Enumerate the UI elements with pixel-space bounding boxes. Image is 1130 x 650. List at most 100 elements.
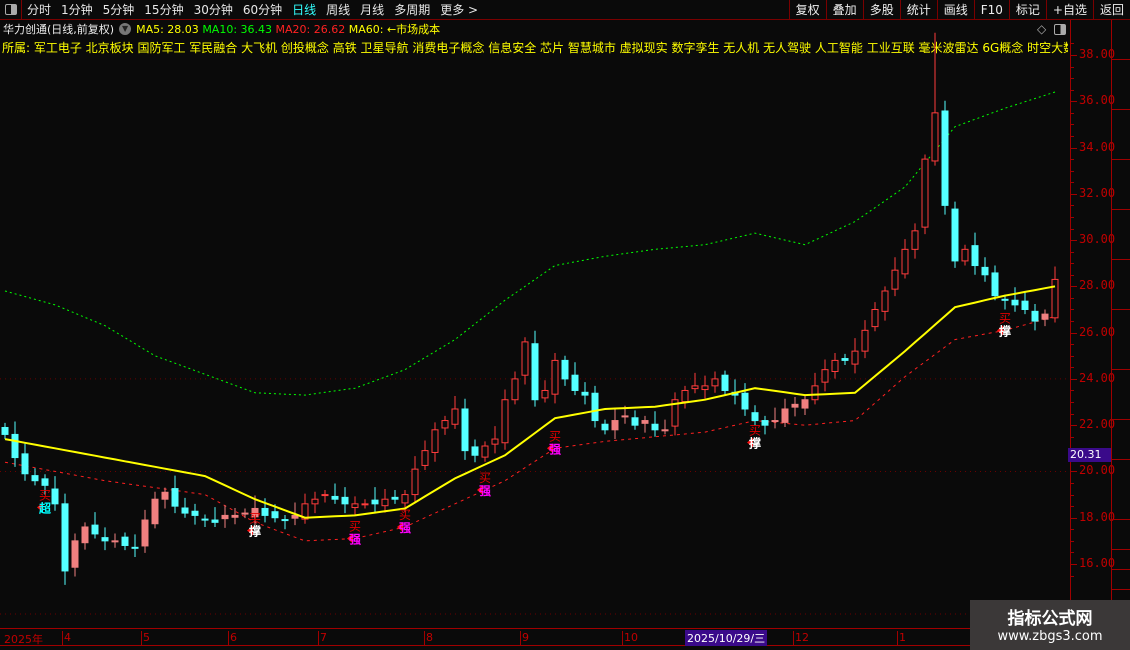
candle [1031,310,1039,322]
toolbar-button[interactable]: 返回 [1092,0,1130,20]
side-panel-cell[interactable] [1112,110,1130,160]
candle [131,546,139,549]
buy-signal-bottom: 强 [399,521,411,535]
side-panel-cell[interactable] [1112,520,1130,550]
buy-signal-bottom: 强 [349,533,361,547]
candle [881,290,889,312]
candle [641,420,649,424]
watermark-url: www.zbgs3.com [997,629,1103,644]
candle [281,519,289,522]
candle [791,403,799,408]
candle [831,359,839,373]
candle [501,399,509,444]
candle [701,385,709,391]
month-label: 9 [520,631,529,646]
candle [491,438,499,445]
side-panel-cell[interactable] [1112,260,1130,310]
candle [171,488,179,507]
candle [201,518,209,521]
candle [781,408,789,423]
candle [181,507,189,514]
side-panel-cell[interactable] [1112,20,1130,60]
side-panel [1111,20,1130,650]
candle [321,494,329,497]
candle [821,369,829,383]
candle [941,110,949,206]
candlestick-chart[interactable]: 买超买撑 买强买强买强买强买撑买撑 [0,0,1068,628]
candle [401,494,409,504]
candle [441,420,449,429]
candle [331,495,339,500]
month-label: 7 [318,631,327,646]
price-tick: 36.00 [1079,93,1116,108]
price-axis: 38.00 36.00 34.00 32.00 30.00 28.00 26.00 24.00… [1070,20,1115,628]
candle [561,359,569,380]
candle [51,488,59,505]
side-panel-cell[interactable] [1112,60,1130,110]
candle [511,378,519,401]
candle [921,158,929,228]
candle [311,498,319,505]
side-panel-cell[interactable] [1112,210,1130,260]
watermark: 指标公式网 www.zbgs3.com [970,600,1130,650]
price-tick: 22.00 [1079,417,1116,432]
candle [931,112,939,162]
month-label: 4 [62,631,71,646]
buy-signal-top: 买 [749,424,761,438]
side-panel-cell[interactable] [1112,370,1130,420]
buy-signal-bottom: 强 [479,484,491,498]
price-tick: 16.00 [1079,555,1116,570]
side-panel-cell[interactable] [1112,550,1130,570]
candle [61,503,69,572]
candle [1,426,9,435]
candle [651,423,659,431]
candle [341,496,349,505]
candle [521,341,529,376]
side-panel-cell[interactable] [1112,310,1130,370]
time-axis: 2025/10/29/三 2025年 4 5 6 7 8 9 10 12 1 [0,628,1068,646]
candle [481,445,489,458]
candle [911,230,919,250]
month-label: 5 [141,631,150,646]
candle [1041,313,1049,320]
candle [111,540,119,543]
buy-signal-top: 买 [399,508,411,522]
candle [361,503,369,506]
candle [531,343,539,401]
candle [151,498,159,525]
price-tick: 34.00 [1079,139,1116,154]
price-tick: 38.00 [1079,47,1116,61]
candle [741,392,749,410]
side-panel-cell[interactable] [1112,160,1130,210]
market-cost-line [4,285,1056,519]
candle [961,248,969,262]
month-label: 6 [228,631,237,646]
candle [271,511,279,519]
candle [381,498,389,507]
candle [621,415,629,418]
buy-signal-bottom: 撑 [749,436,761,451]
price-tick: 30.00 [1079,232,1116,247]
side-panel-cell[interactable] [1112,570,1130,590]
candle [11,433,19,459]
side-panel-cell[interactable] [1112,460,1130,520]
candle [971,245,979,267]
buy-signal-top: 买 [349,520,361,534]
candle [31,475,39,482]
price-tick: 24.00 [1079,370,1116,385]
candle [771,420,779,423]
month-label: 1 [897,631,906,646]
candle [691,385,699,390]
candle [611,420,619,431]
month-label: 12 [793,631,809,646]
candle [461,408,469,452]
buy-signal-bottom: 撑 [999,323,1011,338]
candle [421,450,429,466]
candle [841,358,849,361]
side-panel-cell[interactable] [1112,420,1130,460]
candle [801,399,809,409]
candle [411,468,419,496]
candle [471,446,479,456]
candle [81,526,89,544]
buy-signal-top: 买 [549,429,561,443]
